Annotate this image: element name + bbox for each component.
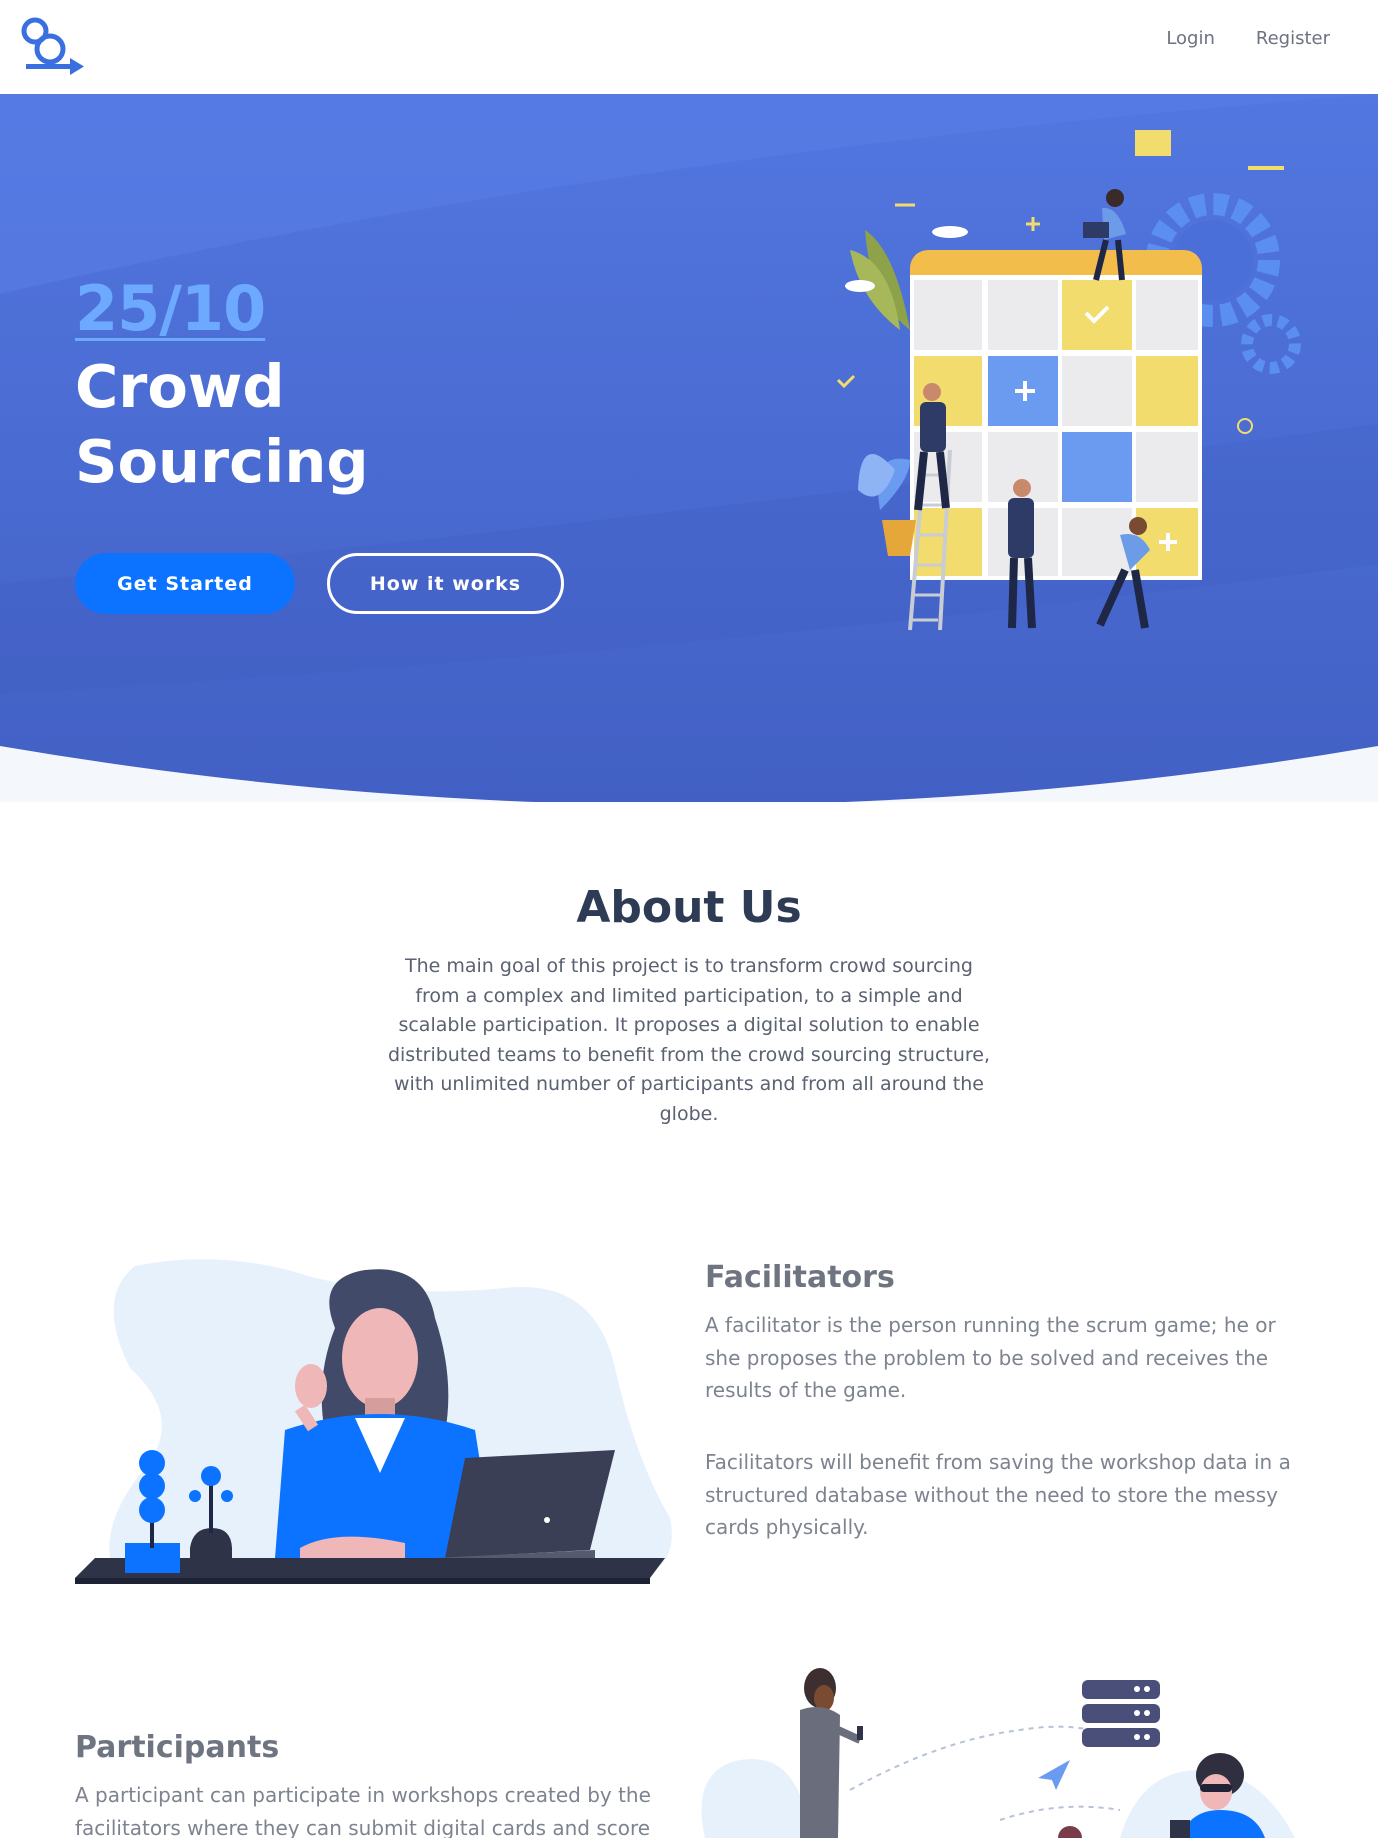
facilitators-paragraph-1: A facilitator is the person running the … (705, 1313, 1276, 1402)
participants-paragraph-1: A participant can participate in worksho… (75, 1783, 651, 1838)
about-text: The main goal of this project is to tran… (387, 955, 991, 1125)
logo-icon[interactable] (20, 16, 88, 78)
hero-title-line2: Sourcing (75, 427, 369, 496)
hero-section: 25/10 Crowd Sourcing Get Started How it … (0, 94, 1378, 802)
team-board-illustration (836, 130, 1301, 631)
hero-date-link[interactable]: 25/10 (75, 272, 266, 345)
hero-title: Crowd Sourcing (75, 349, 595, 499)
facilitators-paragraph-2: Facilitators will benefit from saving th… (705, 1450, 1291, 1539)
nav-links: Login Register (1166, 28, 1330, 49)
facilitators-title: Facilitators (705, 1260, 895, 1295)
login-link[interactable]: Login (1166, 28, 1215, 49)
top-navbar: Login Register (0, 0, 1378, 94)
woman-laptop-illustration (75, 1259, 672, 1584)
people-network-illustration (701, 1668, 1295, 1838)
register-link[interactable]: Register (1256, 28, 1330, 49)
get-started-button[interactable]: Get Started (75, 553, 295, 614)
participants-title: Participants (75, 1730, 280, 1765)
hero-title-line1: Crowd (75, 352, 285, 421)
how-it-works-button[interactable]: How it works (327, 553, 564, 614)
about-title: About Us (576, 882, 802, 933)
